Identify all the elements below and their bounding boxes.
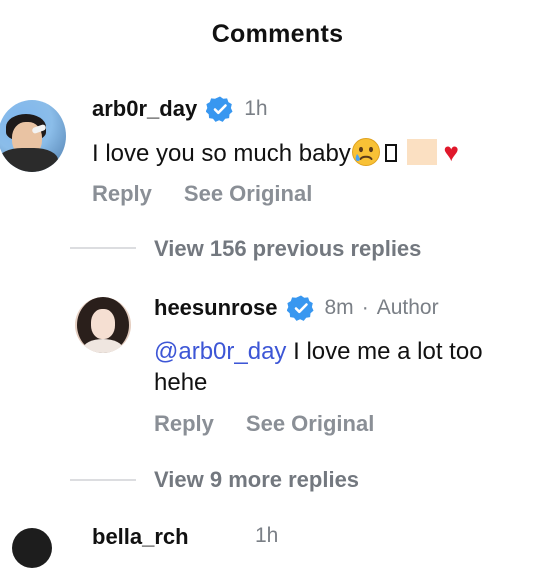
reply-button[interactable]: Reply [92,181,152,207]
comment-header: arb0r_day 1h [92,95,268,123]
avatar[interactable] [75,297,131,353]
verified-badge-icon [205,95,234,123]
comment-body: I love you so much baby [92,140,351,167]
view-previous-replies-button[interactable]: View 156 previous replies [154,236,421,262]
missing-glyph [384,144,397,162]
mention-link[interactable]: @arb0r_day [154,338,286,365]
divider [70,479,136,481]
reply-actions: Reply See Original [154,411,374,437]
username[interactable]: arb0r_day [92,96,197,122]
reply-header: heesunrose 8m · Author [154,294,439,322]
skin-tone-emoji [406,139,437,165]
timestamp: 8m [324,296,354,319]
heart-emoji: ♥ [443,137,459,167]
divider [70,247,136,249]
reply-text: @arb0r_day I love me a lot too hehe [154,336,554,398]
comment-actions: Reply See Original [92,181,312,207]
crying-face-emoji [351,137,381,167]
see-original-button[interactable]: See Original [246,411,374,437]
username[interactable]: bella_rch [92,524,189,550]
timestamp: 1h [244,97,268,120]
view-more-replies-button[interactable]: View 9 more replies [154,467,359,493]
timestamp: 1h [255,524,279,547]
author-label: Author [376,296,439,319]
reply-button[interactable]: Reply [154,411,214,437]
comment-text: I love you so much baby ♥ [92,137,459,169]
reply-body-line2: hehe [154,369,208,396]
see-original-button[interactable]: See Original [184,181,312,207]
verified-badge-icon [286,294,315,322]
separator: · [361,296,369,319]
username[interactable]: heesunrose [154,295,278,321]
avatar[interactable] [0,100,66,172]
avatar[interactable] [12,528,52,568]
page-title: Comments [211,20,344,48]
reply-body-line1: I love me a lot too [286,338,483,365]
